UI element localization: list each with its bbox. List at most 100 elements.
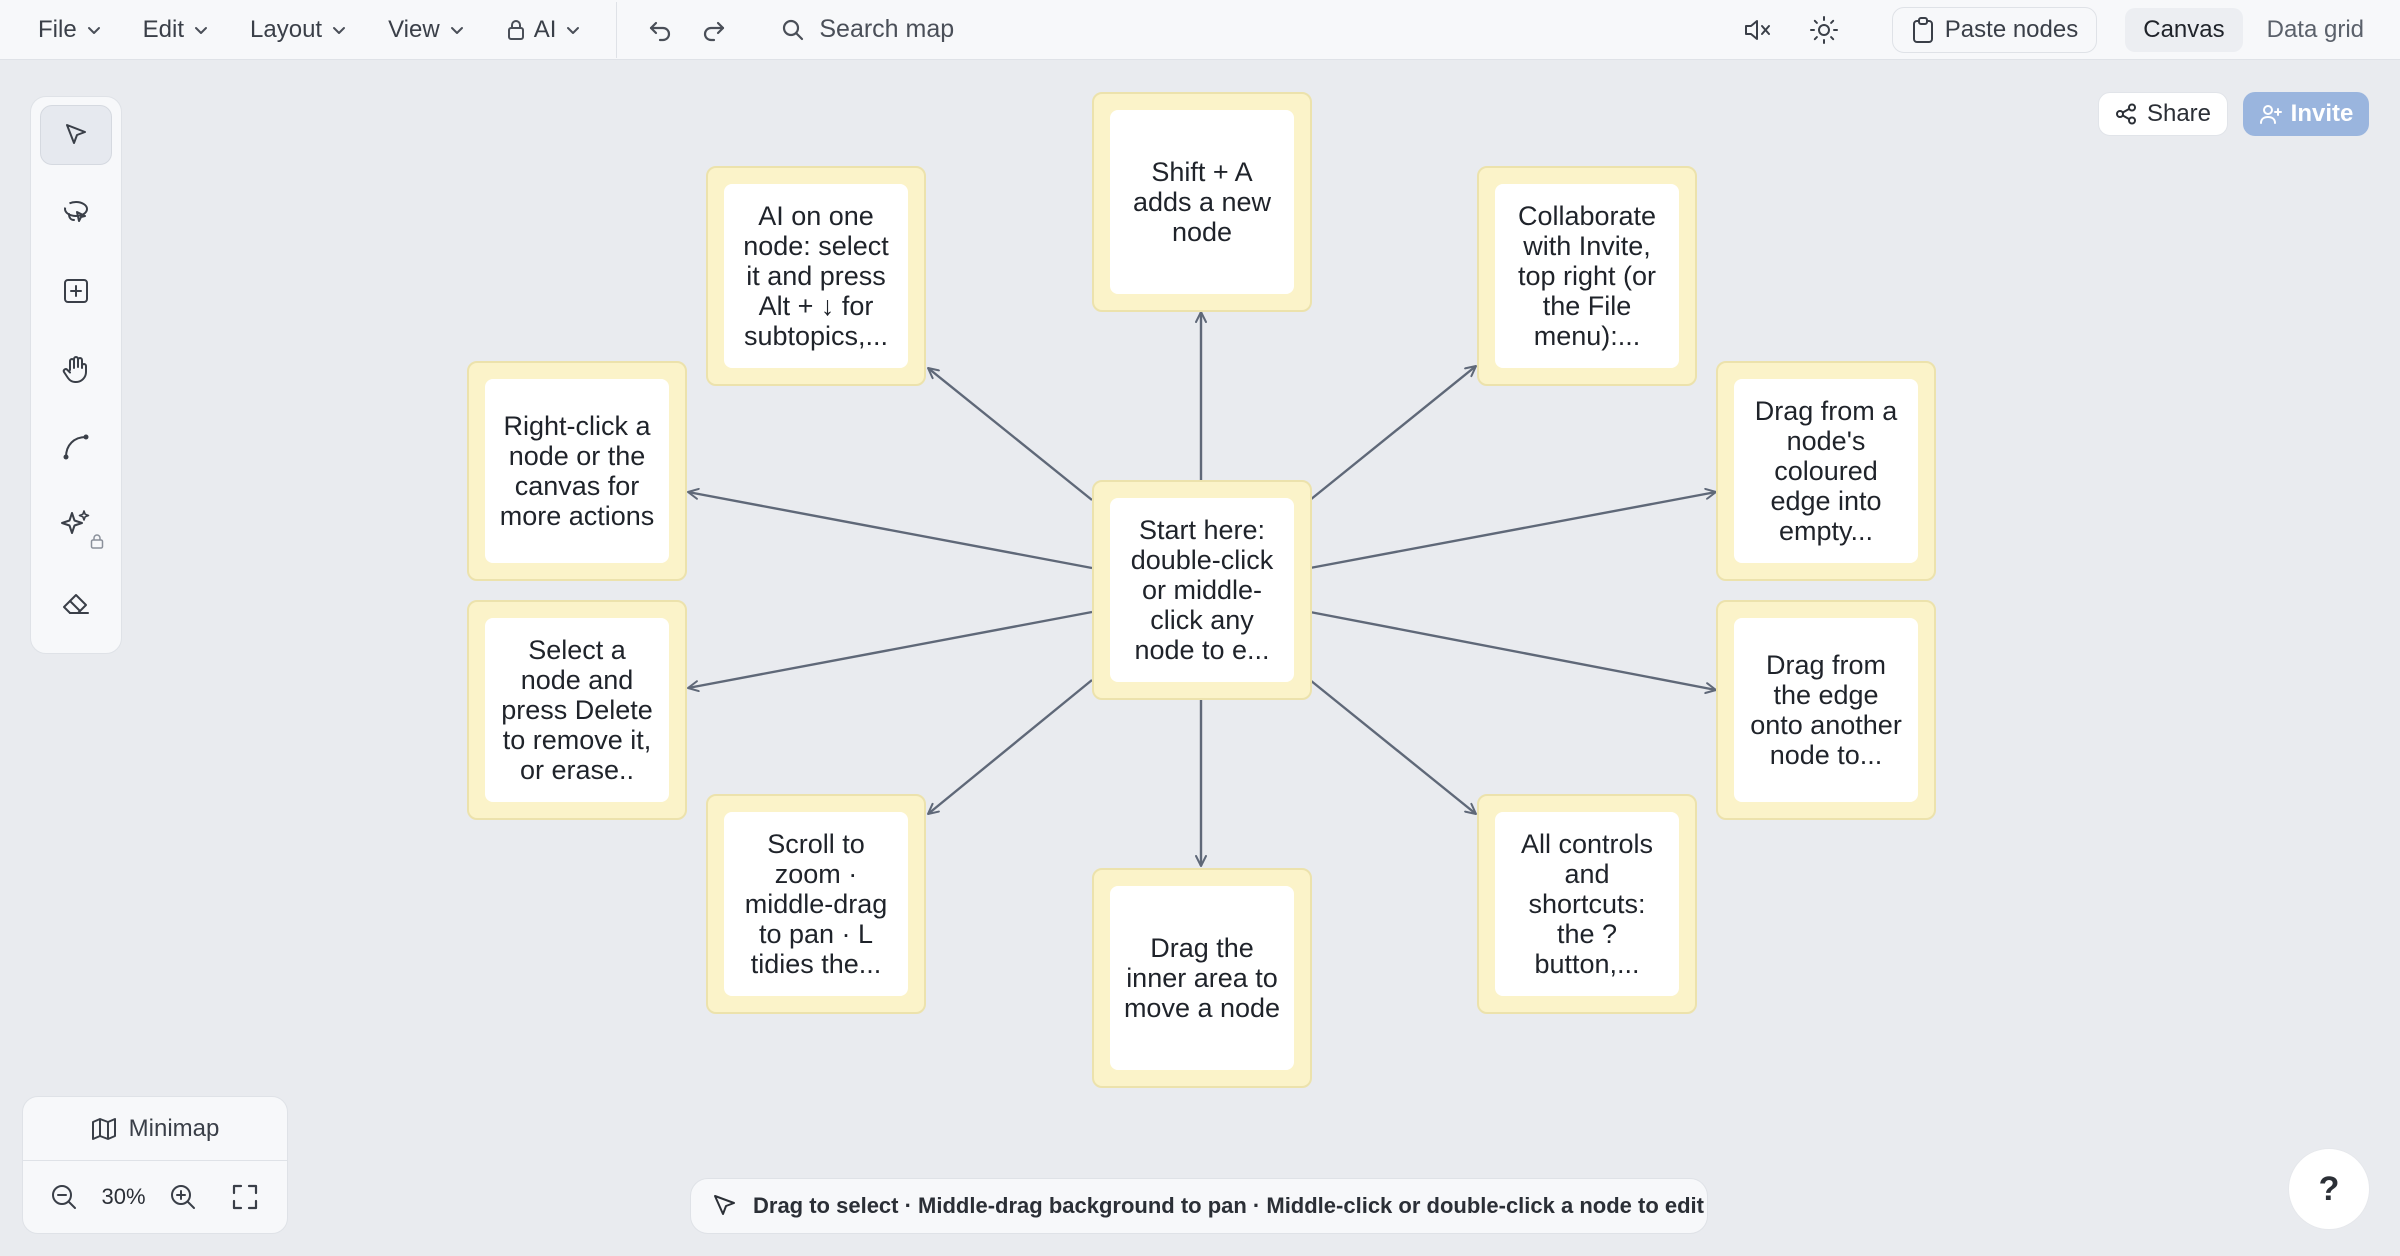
node-bottom-right-text: All controls and shortcuts: the ? button… bbox=[1495, 812, 1679, 996]
mute-button[interactable] bbox=[1732, 6, 1784, 54]
search-icon bbox=[783, 19, 804, 40]
tab-canvas[interactable]: Canvas bbox=[2125, 7, 2243, 52]
edge-to-top-left bbox=[927, 367, 1093, 501]
edge-to-top-right bbox=[1309, 365, 1477, 501]
node-left-upper-text: Right-click a node or the canvas for mor… bbox=[485, 379, 669, 563]
paste-nodes-button[interactable]: Paste nodes bbox=[1891, 6, 2098, 53]
zoom-in-icon bbox=[170, 1185, 195, 1209]
curve-connector-icon bbox=[63, 434, 89, 460]
cursor-arrow-icon bbox=[714, 1195, 735, 1215]
node-center[interactable]: Start here: double-click or middle-click… bbox=[1092, 480, 1312, 700]
ai-menu[interactable]: AI bbox=[486, 6, 603, 54]
minimap-button[interactable]: Minimap bbox=[23, 1097, 287, 1161]
edge-to-left-lower bbox=[687, 610, 1093, 693]
undo-button[interactable] bbox=[635, 6, 687, 54]
minimap-label: Minimap bbox=[128, 1114, 220, 1142]
node-center-text: Start here: double-click or middle-click… bbox=[1110, 498, 1294, 682]
paste-nodes-label: Paste nodes bbox=[1944, 15, 2079, 43]
search-placeholder: Search map bbox=[819, 15, 955, 43]
pan-tool[interactable] bbox=[40, 339, 112, 399]
zoom-level: 30% bbox=[101, 1184, 146, 1209]
node-right-upper[interactable]: Drag from a node's coloured edge into em… bbox=[1716, 361, 1936, 581]
ai-menu-label: AI bbox=[533, 15, 557, 43]
help-label: ? bbox=[2318, 1169, 2340, 1208]
view-toggle: Canvas Data grid bbox=[2125, 7, 2382, 52]
node-top[interactable]: Shift + A adds a new node bbox=[1092, 92, 1312, 312]
share-button[interactable]: Share bbox=[2098, 92, 2228, 136]
volume-mute-icon bbox=[1744, 19, 1770, 40]
share-icon bbox=[2115, 103, 2136, 125]
eraser-icon bbox=[63, 594, 89, 614]
edit-menu[interactable]: Edit bbox=[123, 6, 230, 54]
status-hint-text: Drag to select · Middle-drag background … bbox=[753, 1193, 1704, 1218]
chevron-down-icon bbox=[450, 26, 463, 34]
redo-button[interactable] bbox=[687, 6, 739, 54]
invite-button[interactable]: Invite bbox=[2243, 92, 2369, 136]
layout-menu[interactable]: Layout bbox=[230, 6, 368, 54]
lasso-tool[interactable] bbox=[40, 183, 112, 243]
sparkles-icon bbox=[61, 510, 90, 534]
connector-tool[interactable] bbox=[40, 417, 112, 477]
file-menu[interactable]: File bbox=[18, 6, 123, 54]
invite-label: Invite bbox=[2290, 100, 2354, 127]
menu-divider bbox=[616, 1, 618, 58]
select-tool[interactable] bbox=[40, 105, 112, 165]
node-top-right-text: Collaborate with Invite, top right (or t… bbox=[1495, 184, 1679, 368]
menubar-right: Paste nodes Canvas Data grid bbox=[1732, 6, 2382, 54]
edge-to-right-lower bbox=[1309, 610, 1717, 695]
edge-to-left-upper bbox=[687, 487, 1093, 570]
layout-menu-label: Layout bbox=[250, 15, 323, 43]
chevron-down-icon bbox=[195, 26, 208, 34]
file-menu-label: File bbox=[38, 15, 77, 43]
theme-toggle-button[interactable] bbox=[1798, 6, 1850, 54]
cursor-arrow-icon bbox=[66, 124, 86, 144]
node-top-left-text: AI on one node: select it and press Alt … bbox=[724, 184, 908, 368]
node-bottom-left[interactable]: Scroll to zoom · middle-drag to pan · L … bbox=[706, 794, 926, 1014]
map-icon bbox=[91, 1117, 116, 1140]
lock-icon bbox=[507, 19, 524, 40]
node-bottom-right[interactable]: All controls and shortcuts: the ? button… bbox=[1477, 794, 1697, 1014]
tab-data-grid[interactable]: Data grid bbox=[2249, 8, 2382, 52]
chevron-down-icon bbox=[567, 26, 580, 34]
node-left-lower[interactable]: Select a node and press Delete to remove… bbox=[467, 600, 687, 820]
zoom-out-icon bbox=[52, 1185, 77, 1209]
lock-icon bbox=[90, 534, 104, 549]
tool-palette bbox=[30, 96, 122, 654]
fullscreen-icon bbox=[233, 1184, 258, 1210]
add-node-tool[interactable] bbox=[40, 261, 112, 321]
zoom-out-button[interactable] bbox=[38, 1173, 90, 1221]
eraser-tool[interactable] bbox=[40, 573, 112, 633]
node-right-upper-text: Drag from a node's coloured edge into em… bbox=[1734, 379, 1918, 563]
ai-tool[interactable] bbox=[40, 495, 112, 555]
edge-to-bottom-left bbox=[927, 679, 1093, 815]
clipboard-icon bbox=[1912, 16, 1933, 43]
view-menu-label: View bbox=[388, 15, 440, 43]
hand-icon bbox=[62, 356, 87, 383]
view-menu[interactable]: View bbox=[368, 6, 486, 54]
chevron-down-icon bbox=[333, 26, 346, 34]
search-map[interactable]: Search map bbox=[781, 15, 954, 44]
undo-icon bbox=[650, 21, 671, 41]
node-top-text: Shift + A adds a new node bbox=[1110, 110, 1294, 294]
add-user-icon bbox=[2259, 105, 2282, 124]
node-bottom-text: Drag the inner area to move a node bbox=[1110, 886, 1294, 1070]
node-bottom[interactable]: Drag the inner area to move a node bbox=[1092, 868, 1312, 1088]
lasso-icon bbox=[64, 201, 88, 222]
edge-to-bottom-right bbox=[1309, 679, 1477, 815]
node-bottom-left-text: Scroll to zoom · middle-drag to pan · L … bbox=[724, 812, 908, 996]
node-top-right[interactable]: Collaborate with Invite, top right (or t… bbox=[1477, 166, 1697, 386]
chevron-down-icon bbox=[87, 26, 100, 34]
help-button[interactable]: ? bbox=[2288, 1148, 2370, 1230]
edge-to-right-upper bbox=[1309, 487, 1717, 570]
node-left-upper[interactable]: Right-click a node or the canvas for mor… bbox=[467, 361, 687, 581]
fit-view-button[interactable] bbox=[219, 1173, 271, 1221]
edit-menu-label: Edit bbox=[142, 15, 185, 43]
node-top-left[interactable]: AI on one node: select it and press Alt … bbox=[706, 166, 926, 386]
zoom-in-button[interactable] bbox=[157, 1173, 209, 1221]
node-right-lower[interactable]: Drag from the edge onto another node to.… bbox=[1716, 600, 1936, 820]
zoom-controls: 30% bbox=[23, 1161, 287, 1233]
status-hint: Drag to select · Middle-drag background … bbox=[690, 1178, 1708, 1234]
node-right-lower-text: Drag from the edge onto another node to.… bbox=[1734, 618, 1918, 802]
node-left-lower-text: Select a node and press Delete to remove… bbox=[485, 618, 669, 802]
sun-icon bbox=[1809, 15, 1838, 44]
